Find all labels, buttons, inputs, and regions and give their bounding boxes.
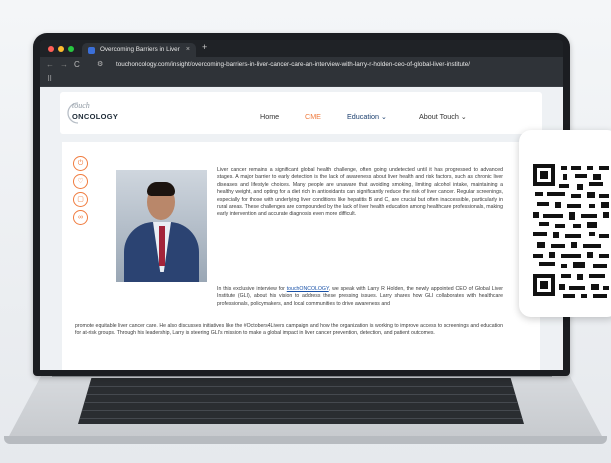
like-icon[interactable]: ♡ [73,174,88,189]
nav-cme[interactable]: CME [305,112,321,121]
bookmarks-bar: ⠿ [40,73,563,87]
chevron-down-icon: ⌄ [460,112,467,121]
close-tab-icon[interactable]: × [186,43,190,57]
close-window-dot[interactable] [48,46,54,52]
article-paragraph-3: promote equitable liver cancer care. He … [75,323,503,337]
new-tab-button[interactable]: + [202,42,207,52]
keyboard [78,378,524,424]
article-p2-text: In this exclusive interview for [217,286,287,292]
nav-education-label: Education [347,112,379,121]
url-text: touchoncology.com/insight/overcoming-bar… [116,61,471,68]
touchoncology-link[interactable]: touchONCOLOGY [287,286,329,292]
nav-about-touch[interactable]: About Touch ⌄ [419,112,467,121]
comment-icon[interactable]: ▢ [73,192,88,207]
qr-code[interactable] [533,164,611,300]
back-button[interactable]: ← [46,57,54,73]
bookmark-icon[interactable]: ⏻ [73,156,88,171]
site-header: touch ONCOLOGY Home CME Education ⌄ Abou… [60,92,542,134]
nav-about-label: About Touch [419,112,459,121]
maximize-window-dot[interactable] [68,46,74,52]
article-paragraph-1: Liver cancer remains a significant globa… [217,167,503,218]
address-bar-row: ← → C ⚙ touchoncology.com/insight/overco… [40,57,563,73]
site-info-icon[interactable]: ⚙ [97,59,103,71]
laptop-front-edge [4,436,607,444]
link-icon[interactable]: ∞ [73,210,88,225]
logo-touch[interactable]: touch [72,101,90,110]
forward-button[interactable]: → [60,57,68,73]
web-page: touch ONCOLOGY Home CME Education ⌄ Abou… [40,87,563,370]
favicon-icon [88,47,95,54]
nav-home[interactable]: Home [260,112,279,121]
chevron-down-icon: ⌄ [380,112,387,121]
apps-grid-icon[interactable]: ⠿ [47,75,52,83]
browser-tab[interactable]: Overcoming Barriers in Liver × [82,43,196,57]
logo-oncology[interactable]: ONCOLOGY [72,112,118,121]
author-photo [116,170,207,282]
article-card: ⏻ ♡ ▢ ∞ Liver cancer remains a significa… [62,142,540,370]
url-input[interactable]: ⚙ touchoncology.com/insight/overcoming-b… [92,59,556,71]
reload-button[interactable]: C [74,57,80,73]
article-paragraph-2: In this exclusive interview for touchONC… [217,286,503,308]
browser-tab-bar: Overcoming Barriers in Liver × + [40,40,563,57]
tab-title: Overcoming Barriers in Liver [100,46,180,53]
nav-education[interactable]: Education ⌄ [347,112,387,121]
minimize-window-dot[interactable] [58,46,64,52]
laptop-screen: Overcoming Barriers in Liver × + ← → C ⚙… [40,40,563,370]
